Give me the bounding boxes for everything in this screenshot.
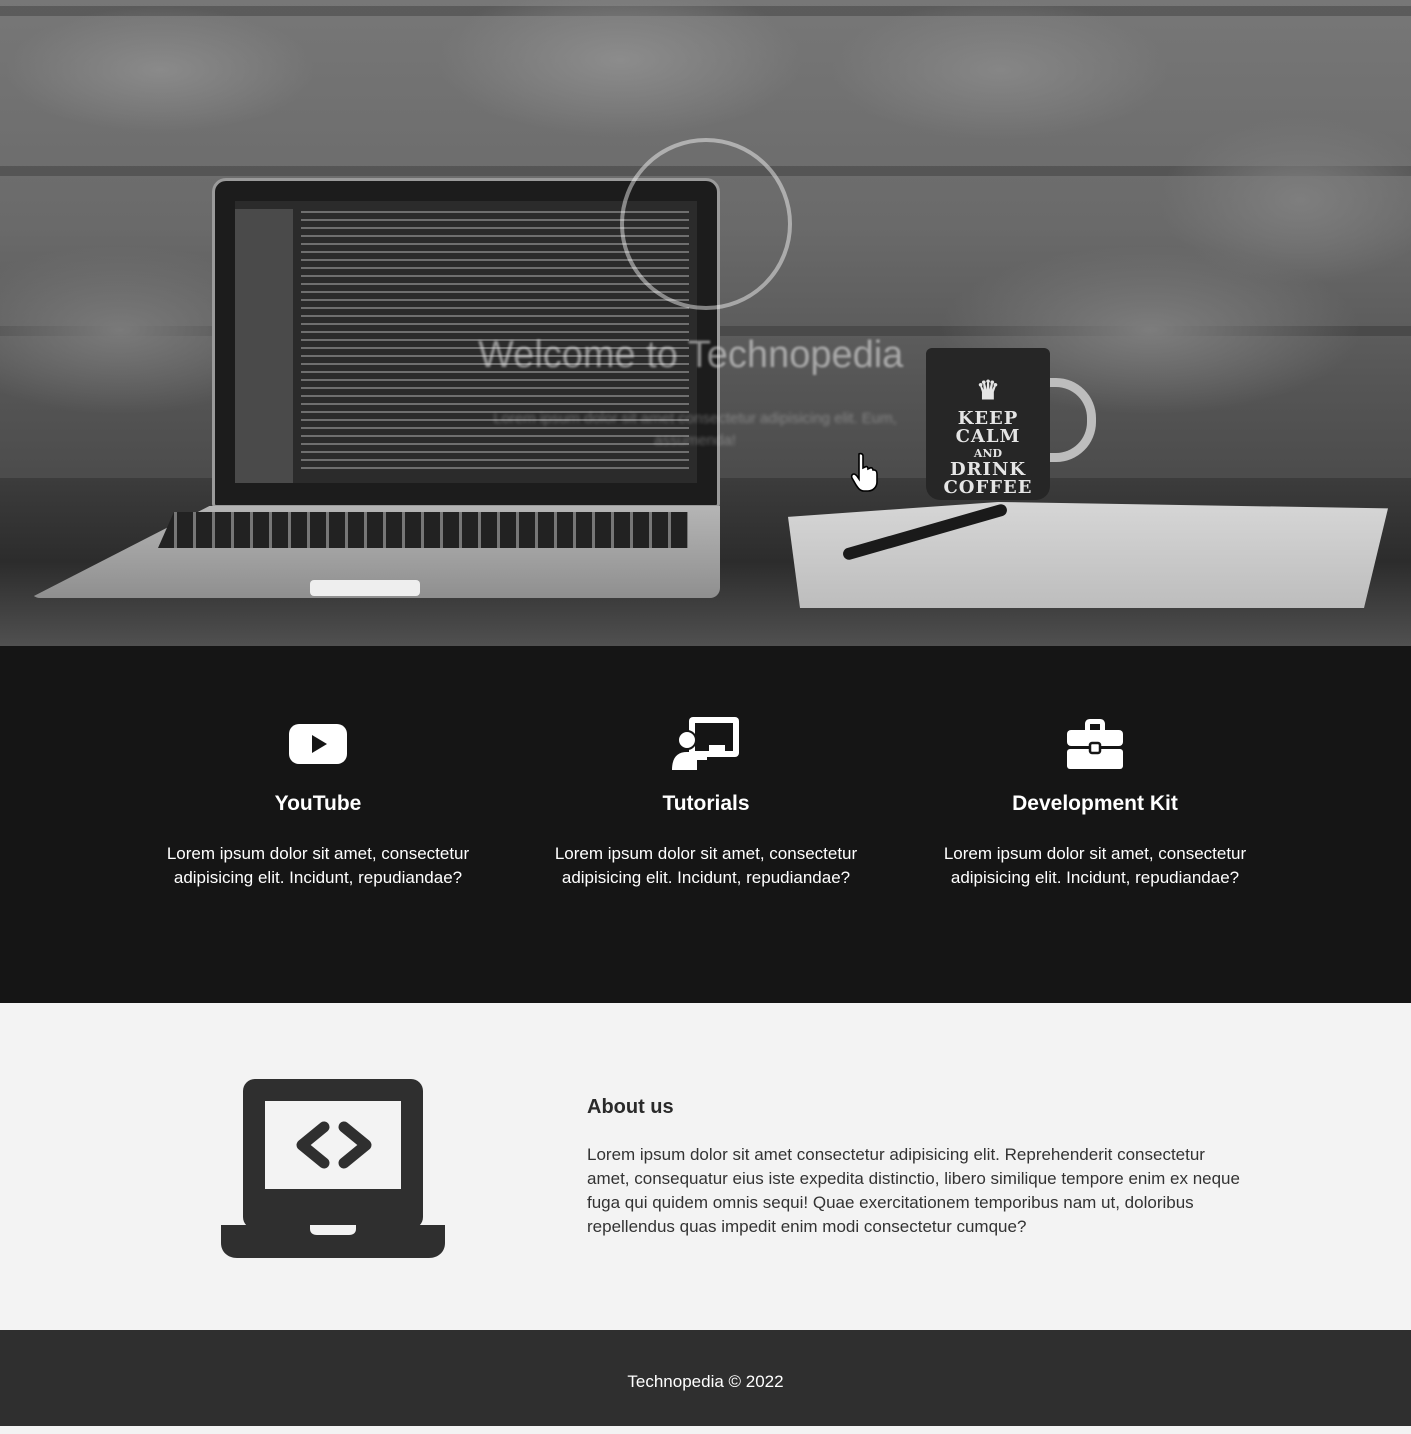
mug-text: COFFEE bbox=[943, 477, 1033, 498]
hero-mug-image: ♛ KEEP CALM AND DRINK COFFEE bbox=[926, 348, 1050, 500]
hero-section: ♛ KEEP CALM AND DRINK COFFEE Welcome to … bbox=[0, 0, 1411, 646]
youtube-icon bbox=[289, 724, 347, 764]
laptop-keyboard bbox=[158, 512, 688, 548]
about-content: About us Lorem ipsum dolor sit amet cons… bbox=[587, 1096, 1247, 1239]
feature-icon-wrap bbox=[158, 716, 478, 772]
footer: Technopedia © 2022 bbox=[0, 1330, 1411, 1426]
hero-subtitle: Lorem ipsum dolor sit amet consectetur a… bbox=[493, 410, 897, 449]
about-text: Lorem ipsum dolor sit amet consectetur a… bbox=[587, 1145, 1240, 1236]
feature-title: Development Kit bbox=[1012, 792, 1178, 815]
hero-notebook-image bbox=[788, 502, 1388, 608]
feature-text: Lorem ipsum dolor sit amet, consectetur … bbox=[166, 844, 470, 887]
about-title: About us bbox=[587, 1096, 674, 1118]
feature-icon-wrap bbox=[935, 716, 1255, 772]
feature-icon-wrap bbox=[546, 716, 866, 772]
crown-icon: ♛ bbox=[976, 376, 1000, 406]
feature-youtube: YouTube Lorem ipsum dolor sit amet, cons… bbox=[158, 716, 478, 890]
mug-text: CALM bbox=[955, 426, 1021, 447]
laptop-screen-sidebar bbox=[235, 209, 293, 483]
feature-title: YouTube bbox=[274, 792, 362, 815]
hero-logo-circle bbox=[620, 138, 792, 310]
laptop-code-icon bbox=[221, 1079, 445, 1258]
features-section: YouTube Lorem ipsum dolor sit amet, cons… bbox=[0, 646, 1411, 1003]
about-section: About us Lorem ipsum dolor sit amet cons… bbox=[0, 1003, 1411, 1330]
feature-development-kit: Development Kit Lorem ipsum dolor sit am… bbox=[935, 716, 1255, 890]
feature-text: Lorem ipsum dolor sit amet, consectetur … bbox=[554, 844, 858, 887]
feature-text: Lorem ipsum dolor sit amet, consectetur … bbox=[943, 844, 1247, 887]
feature-title: Tutorials bbox=[662, 792, 750, 815]
feature-tutorials: Tutorials Lorem ipsum dolor sit amet, co… bbox=[546, 716, 866, 890]
mug-text: AND bbox=[973, 447, 1003, 460]
laptop-trackpad bbox=[310, 580, 420, 596]
hero-title: Welcome to Technopedia bbox=[478, 334, 904, 376]
pointer-cursor-icon bbox=[850, 452, 878, 492]
footer-copyright: Technopedia © 2022 bbox=[627, 1372, 784, 1391]
toolbox-icon bbox=[1067, 719, 1123, 769]
chalkboard-teacher-icon bbox=[672, 717, 739, 770]
